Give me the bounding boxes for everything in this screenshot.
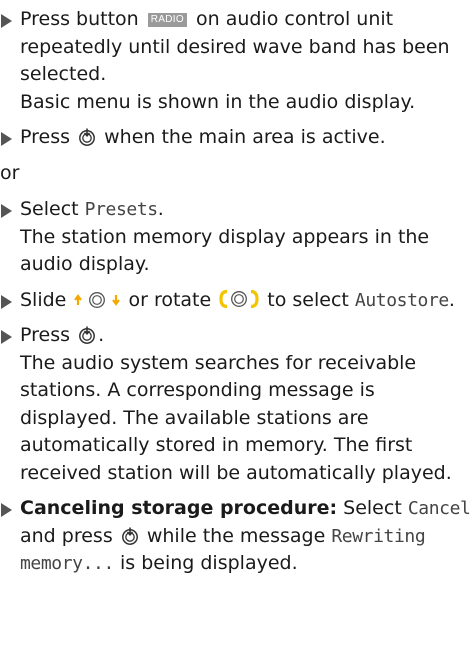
step-4-text: Slide or rotate to select Autostore. [20,288,455,311]
step-1-text: Press button RADIO on audio control unit… [20,8,450,85]
step-6-text: Canceling storage procedure: Select Canc… [20,497,471,574]
step-3: Select Presets. The station memory displ… [0,196,473,279]
step-bullet-icon [1,204,12,218]
instructions: Press button RADIO on audio control unit… [0,6,473,586]
step-bullet-icon [1,330,12,344]
cancel-menu-item: Cancel [407,498,471,519]
step-bullet-icon [1,14,12,28]
controller-press-icon [79,128,96,146]
step-3-result: The station memory display appears in th… [20,225,430,276]
step-5-result: The audio system searches for receivable… [20,351,452,484]
step-1-result: Basic menu is shown in the audio display… [20,90,416,113]
step-5-text: Press . [20,324,105,346]
step-4: Slide or rotate to select Autostore. [0,287,473,315]
controller-press-icon [79,326,96,344]
step-2: Press when the main area is active. [0,124,473,152]
step-5: Press . The audio system searches for re… [0,322,473,487]
radio-button-badge: RADIO [147,13,187,27]
step-bullet-icon [1,503,12,517]
step-1: Press button RADIO on audio control unit… [0,6,473,116]
step-6: Canceling storage procedure: Select Canc… [0,495,473,578]
cancel-procedure-heading: Canceling storage procedure: [20,497,338,519]
autostore-menu-item: Autostore [354,289,449,311]
controller-rotate-icon [219,289,259,308]
step-3-text: Select Presets. [20,198,164,220]
step-2-text: Press when the main area is active. [20,126,386,148]
presets-menu-item: Presets [84,199,158,220]
controller-press-icon [121,527,138,545]
step-bullet-icon [1,294,12,309]
step-bullet-icon [1,132,12,146]
controller-slide-icon [74,291,121,308]
or-label: or [0,161,20,184]
